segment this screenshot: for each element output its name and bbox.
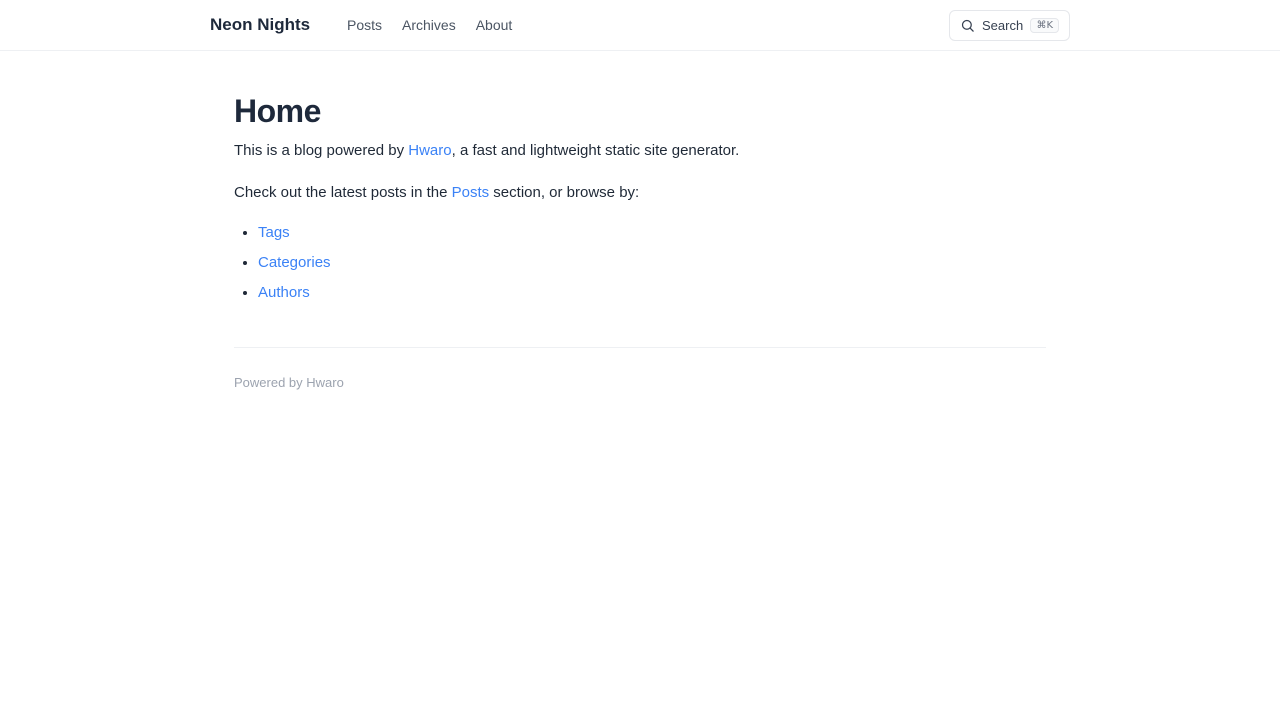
search-shortcut-badge: ⌘K [1030,18,1059,33]
search-button-label: Search [982,18,1024,33]
tags-link[interactable]: Tags [258,224,290,241]
page-title: Home [234,93,321,129]
list-item: Categories [258,252,1046,274]
browse-paragraph: Check out the latest posts in the Posts … [234,182,1046,204]
main-nav: Posts Archives About [347,17,512,33]
main-content: Home This is a blog powered by Hwaro, a … [234,93,1046,390]
top-navigation-bar: Neon Nights Posts Archives About Search … [0,0,1280,51]
nav-link-posts[interactable]: Posts [347,17,382,33]
page-footer: Powered by Hwaro [234,375,1046,390]
list-item: Tags [258,222,1046,244]
search-button[interactable]: Search ⌘K [949,10,1070,41]
browse-list: Tags Categories Authors [234,222,1046,304]
intro-text-prefix: This is a blog powered by [234,142,409,159]
footer-divider [234,347,1046,348]
search-icon [961,19,974,32]
hwaro-link[interactable]: Hwaro [408,142,451,159]
browse-text-prefix: Check out the latest posts in the [234,184,452,201]
authors-link[interactable]: Authors [258,284,310,301]
intro-text-suffix: , a fast and lightweight static site gen… [451,142,740,159]
site-brand-link[interactable]: Neon Nights [210,15,310,35]
footer-text-prefix: Powered by [234,375,307,390]
categories-link[interactable]: Categories [258,254,331,271]
posts-section-link[interactable]: Posts [452,184,490,201]
nav-link-about[interactable]: About [476,17,513,33]
intro-paragraph: This is a blog powered by Hwaro, a fast … [234,140,1046,162]
list-item: Authors [258,282,1046,304]
nav-link-archives[interactable]: Archives [402,17,456,33]
browse-text-suffix: section, or browse by: [489,184,640,201]
footer-hwaro-link[interactable]: Hwaro [306,375,344,390]
